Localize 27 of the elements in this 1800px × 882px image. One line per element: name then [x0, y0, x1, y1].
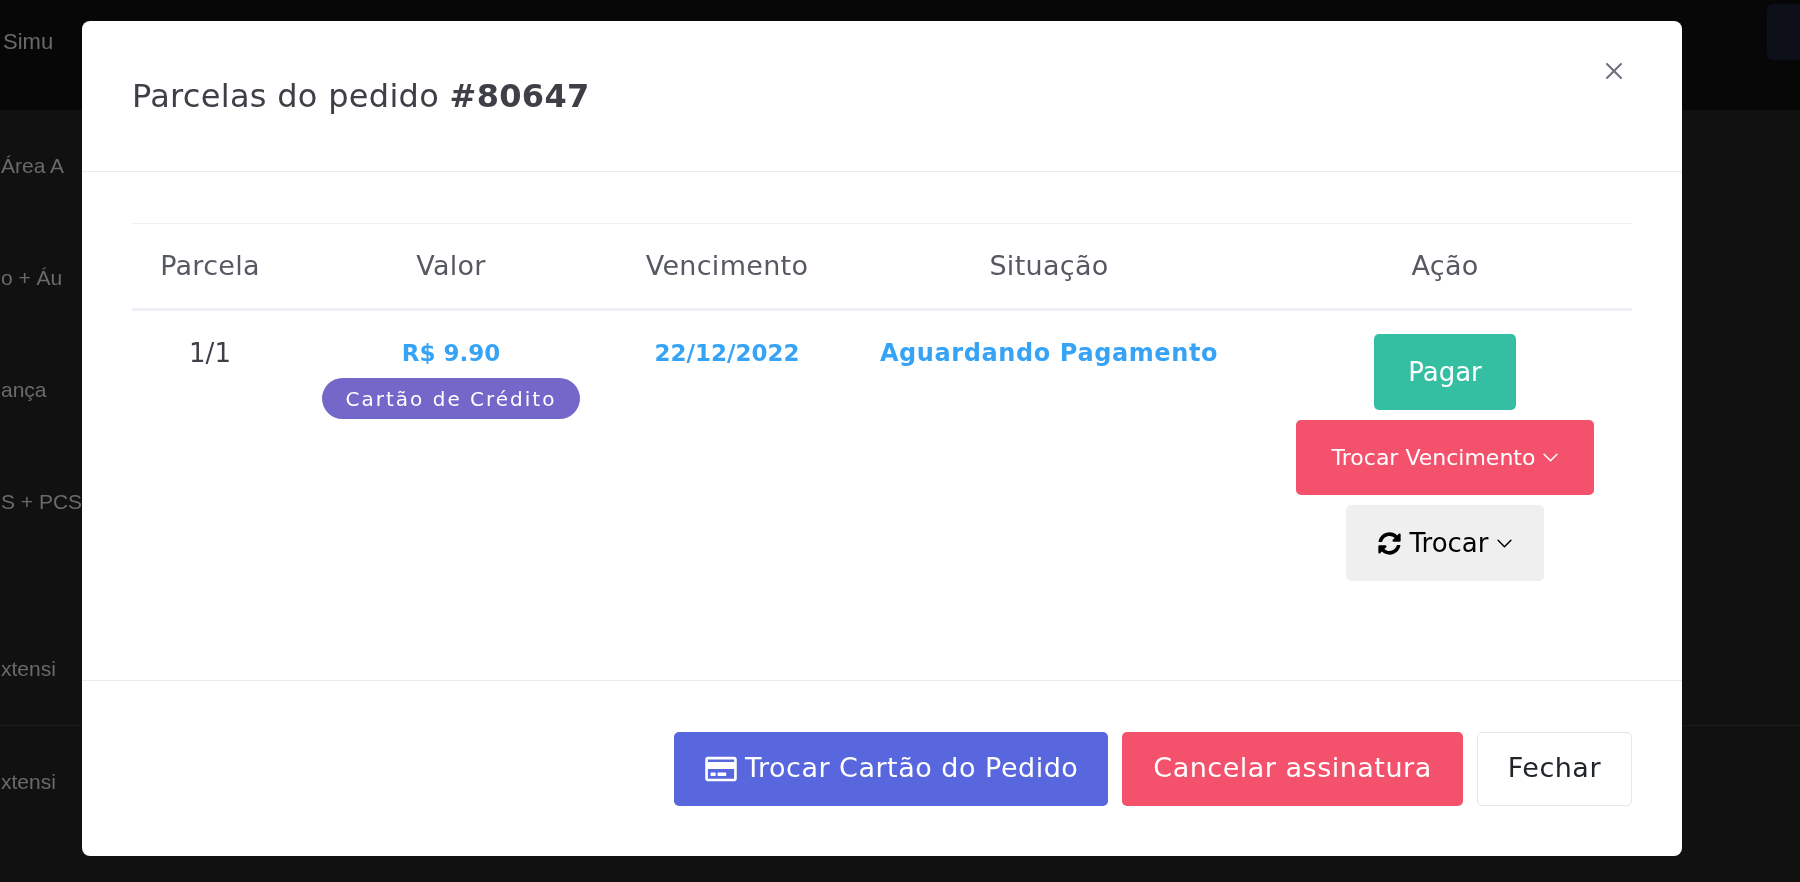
close-button[interactable]: Fechar [1476, 731, 1632, 806]
payment-method-badge: Cartão de Crédito [321, 378, 581, 419]
list-item: xtensi [1, 656, 56, 682]
list-item: xtensi [1, 768, 56, 795]
chevron-down-icon [1543, 453, 1559, 462]
installment-number: 1/1 [189, 337, 231, 370]
column-header: Ação [1411, 248, 1479, 283]
credit-card-icon [705, 754, 737, 783]
column-header: Valor [416, 248, 486, 283]
status-text: Aguardando Pagamento [879, 338, 1219, 369]
column-header: Situação [989, 248, 1109, 283]
app-title: Simu [3, 28, 54, 56]
column-header: Vencimento [645, 248, 809, 283]
refresh-icon [1378, 531, 1402, 555]
amount-text: R$ 9.90 [401, 339, 501, 368]
change-card-button[interactable]: Trocar Cartão do Pedido [674, 731, 1109, 806]
due-date-text: 22/12/2022 [654, 339, 800, 368]
list-item: S + PCS [1, 489, 83, 515]
modal-title: Parcelas do pedido #80647 [132, 76, 590, 117]
column-header: Parcela [160, 248, 260, 283]
cancel-subscription-button[interactable]: Cancelar assinatura [1122, 731, 1463, 806]
list-item: o + Áu [1, 265, 63, 291]
swap-dropdown-button[interactable]: Trocar [1346, 505, 1544, 581]
list-item: ança [1, 377, 47, 403]
due-date-dropdown-button[interactable]: Trocar Vencimento [1295, 420, 1595, 495]
list-item: Área A [1, 153, 65, 179]
chevron-down-icon [1496, 538, 1512, 548]
